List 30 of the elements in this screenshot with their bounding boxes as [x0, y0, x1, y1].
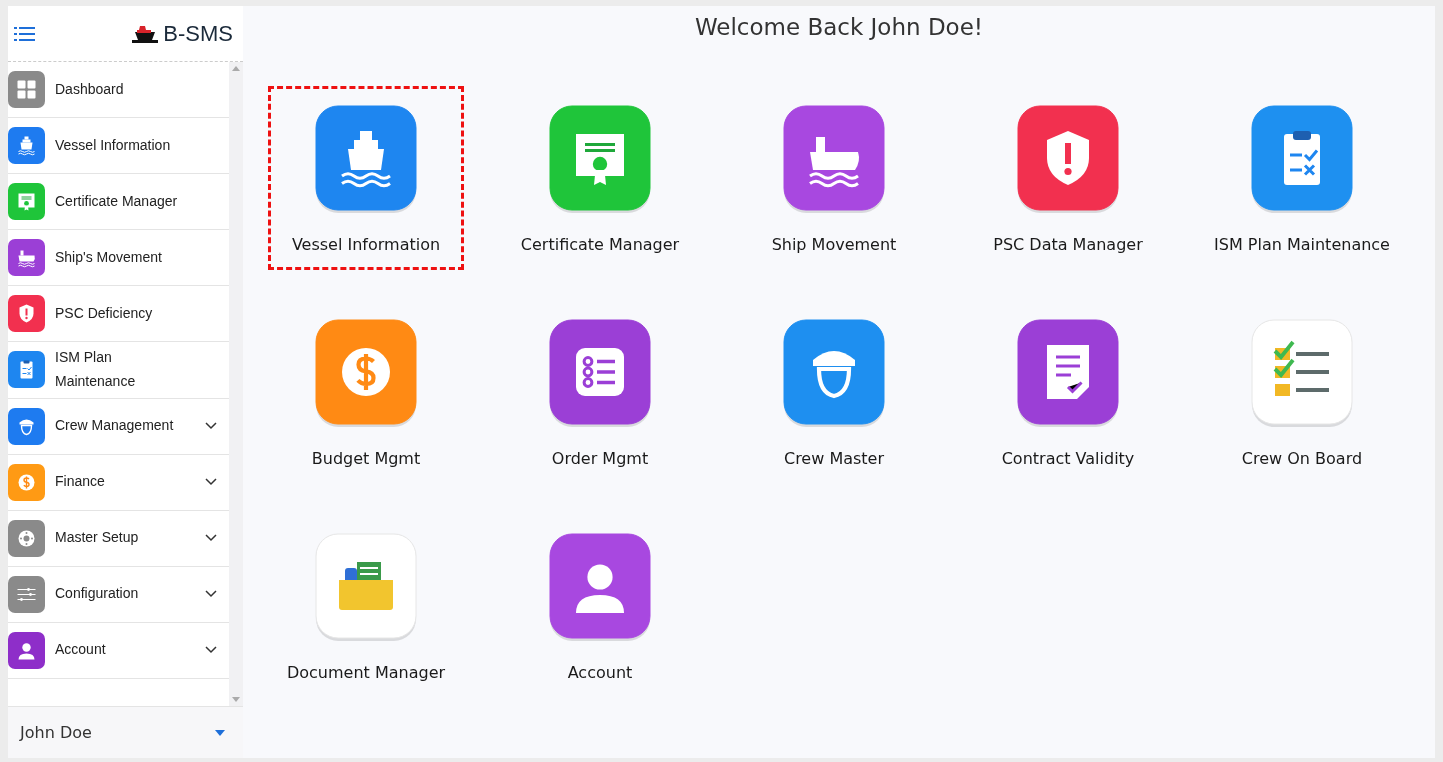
menu-icon[interactable]: [14, 25, 36, 42]
sidebar-item[interactable]: Certificate Manager: [8, 174, 229, 230]
app-tile[interactable]: Document Manager: [268, 513, 464, 698]
app-tile[interactable]: Certificate Manager: [502, 85, 698, 270]
app-tile[interactable]: Ship Movement: [736, 85, 932, 270]
sidebar-item[interactable]: Ship's Movement: [8, 230, 229, 286]
scroll-down-icon[interactable]: [232, 697, 240, 702]
sidebar-item[interactable]: Dashboard: [8, 62, 229, 118]
app-tile[interactable]: Contract Validity: [970, 299, 1166, 484]
app-tile[interactable]: Vessel Information: [268, 85, 464, 270]
app-tile[interactable]: Account: [502, 513, 698, 698]
user-menu[interactable]: John Doe: [8, 706, 243, 758]
app-tile[interactable]: Crew On Board: [1204, 299, 1400, 484]
sidebar-item[interactable]: Vessel Information: [8, 118, 229, 174]
welcome-heading: Welcome Back John Doe!: [694, 14, 984, 42]
app-tile[interactable]: Crew Master: [736, 299, 932, 484]
brand-name: B-SMS: [163, 20, 233, 48]
app-tile[interactable]: ISM Plan Maintenance: [1204, 85, 1400, 270]
app-tile[interactable]: Order Mgmt: [502, 299, 698, 484]
sidebar-item[interactable]: Finance: [8, 454, 229, 511]
caret-icon: [215, 729, 225, 736]
sidebar-item[interactable]: PSC Deficiency: [8, 286, 229, 342]
sidebar-item[interactable]: Account: [8, 622, 229, 679]
sidebar-item[interactable]: Master Setup: [8, 510, 229, 567]
app-tile[interactable]: PSC Data Manager: [970, 85, 1166, 270]
app-tile[interactable]: Budget Mgmt: [268, 299, 464, 484]
sidebar-item[interactable]: Crew Management: [8, 398, 229, 455]
sidebar-item[interactable]: ISM Plan Maintenance: [8, 342, 229, 399]
sidebar-item[interactable]: Configuration: [8, 566, 229, 623]
scroll-up-icon[interactable]: [232, 66, 240, 71]
